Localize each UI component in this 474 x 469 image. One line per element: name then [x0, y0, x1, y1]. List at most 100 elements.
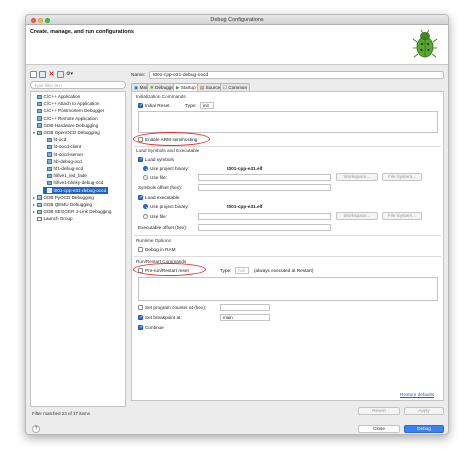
filter-menu-icon[interactable]: ⚙▾ [66, 71, 76, 78]
debug-in-ram-checkbox[interactable] [138, 247, 143, 252]
tree-item[interactable]: GDB Hardware Debugging [33, 122, 98, 129]
gdb-icon [37, 202, 42, 208]
tree-item[interactable]: hf1-debug-ocd [43, 165, 83, 172]
symbols-project-binary-radio[interactable] [143, 166, 148, 171]
tree-item-label: GDB QEMU Debugging [43, 202, 93, 207]
run-type-note: (always executed at Restart) [254, 268, 314, 273]
tree-item[interactable]: Launch Group [33, 215, 73, 222]
init-type-label: Type: [185, 103, 197, 108]
filter-input[interactable]: type filter text [30, 81, 126, 89]
c-file-icon [47, 173, 52, 179]
c-file-icon [37, 108, 42, 114]
tree-item[interactable]: C/C++ Remote Application [33, 115, 98, 122]
tree-item[interactable]: hb-debug-ocd [43, 158, 82, 165]
help-icon[interactable]: ? [32, 425, 40, 433]
symbols-filesystem-button[interactable]: File System... [382, 173, 422, 181]
exec-filesystem-button[interactable]: File System... [382, 212, 422, 220]
exec-workspace-button[interactable]: Workspace... [336, 212, 378, 220]
duplicate-config-icon[interactable] [39, 71, 46, 78]
load-executable-checkbox[interactable] [138, 194, 144, 200]
tab-common[interactable]: ☐ Common [220, 83, 251, 91]
revert-button[interactable]: Revert [358, 407, 400, 415]
configurations-panel: ✕ ⚙▾ type filter text C/C++ Application C… [30, 71, 126, 419]
dialog-footer: ? Close Debug [26, 425, 448, 434]
tree-item[interactable]: ▸ GDB SEGGER J-Link Debugging [33, 208, 111, 215]
tree-item[interactable]: f4-ocd [43, 136, 66, 143]
set-pc-input[interactable] [220, 304, 270, 311]
debug-in-ram-label: Debug in RAM [145, 247, 176, 252]
tree-item[interactable]: f4-oocd-server [43, 151, 83, 158]
section-divider [134, 235, 441, 236]
exec-project-binary-radio[interactable] [143, 204, 148, 209]
debug-button[interactable]: Debug [404, 425, 444, 433]
apply-button[interactable]: Apply [404, 407, 444, 415]
tree-item-label: f4-ocd [53, 137, 67, 143]
tree-item[interactable]: hifive1_led_fade [43, 172, 87, 179]
set-breakpoint-input[interactable]: main [220, 314, 270, 321]
tree-item[interactable]: f4-oocd-client [43, 143, 81, 150]
tree-item[interactable]: t001-cpp-e31-debug-oocd [43, 186, 109, 194]
configuration-tree[interactable]: C/C++ Application C/C++ Attach to Applica… [30, 91, 126, 407]
symbols-file-input[interactable] [198, 174, 331, 181]
init-commands-textarea[interactable] [138, 111, 438, 133]
initial-reset-checkbox[interactable] [138, 102, 144, 108]
symbols-use-file-radio[interactable] [143, 175, 148, 180]
symbols-use-file-label: Use file: [150, 175, 167, 180]
title-bar: Debug Configurations [26, 15, 448, 25]
tree-item-label: GDB SEGGER J-Link Debugging [43, 209, 112, 215]
tree-item[interactable]: ▸ GDB PyOCD Debugging [33, 194, 94, 201]
exec-offset-input[interactable] [198, 224, 331, 231]
tree-item-label: t001-cpp-e31-debug-oocd [53, 187, 107, 193]
tree-item[interactable]: ▸ GDB QEMU Debugging [33, 201, 92, 208]
set-pc-checkbox[interactable] [138, 305, 143, 310]
set-breakpoint-checkbox[interactable] [138, 314, 144, 320]
collapse-all-icon[interactable] [57, 71, 64, 78]
c-file-icon [37, 94, 42, 100]
filter-status: Filter matched 23 of 37 items [32, 411, 91, 416]
exec-use-file-radio[interactable] [143, 214, 148, 219]
tree-item[interactable]: ▾ GDB OpenOCD Debugging [33, 129, 100, 136]
tab-startup[interactable]: ▶ Startup [173, 83, 199, 91]
gdb-icon [37, 209, 42, 215]
debug-bug-icon [412, 29, 438, 58]
c-file-icon [47, 188, 52, 193]
load-section-title: Load Symbols and Executable [136, 148, 200, 153]
symbols-binary-value: t001-cpp-e31.elf [227, 166, 263, 171]
exec-file-input[interactable] [198, 213, 331, 220]
symbols-workspace-button[interactable]: Workspace... [336, 173, 378, 181]
init-type-input[interactable]: init [200, 102, 214, 109]
tree-item[interactable]: C/C++ Application [33, 93, 80, 100]
symbols-project-binary-label: Use project binary: [150, 166, 190, 171]
tree-item-label: Launch Group [43, 216, 73, 222]
new-config-icon[interactable] [30, 71, 37, 78]
run-type-input[interactable]: halt [235, 267, 249, 274]
run-commands-textarea[interactable] [138, 277, 438, 301]
highlight-pre-run-reset [133, 263, 206, 276]
tree-item-label: GDB OpenOCD Debugging [43, 130, 100, 135]
tree-item-label: C/C++ Postmortem Debugger [43, 108, 105, 114]
set-pc-label: Set program counter at (hex): [145, 305, 207, 310]
exec-binary-value: t001-cpp-e31.elf [227, 204, 263, 209]
c-file-icon [47, 152, 52, 157]
symbols-offset-input[interactable] [198, 184, 331, 191]
c-file-icon [47, 137, 52, 143]
restore-defaults-link[interactable]: Restore defaults [400, 392, 434, 397]
load-symbols-checkbox[interactable] [138, 156, 144, 162]
delete-config-icon[interactable]: ✕ [48, 71, 55, 78]
continue-checkbox[interactable] [138, 324, 144, 330]
c-file-icon [37, 116, 42, 121]
load-symbols-label: Load symbols [145, 157, 174, 162]
gdb-icon [37, 130, 42, 136]
load-executable-label: Load executable [145, 195, 180, 200]
tree-item[interactable]: C/C++ Attach to Application [33, 100, 99, 107]
tree-item[interactable]: hifive1-blinky-debug-ocd [43, 179, 103, 186]
dialog-header: Create, manage, and run configurations [26, 25, 448, 65]
section-divider [134, 146, 441, 147]
window-title: Debug Configurations [210, 17, 264, 23]
tree-item[interactable]: C/C++ Postmortem Debugger [33, 107, 104, 114]
tree-item-label: C/C++ Application [43, 94, 81, 99]
close-button[interactable]: Close [358, 425, 400, 433]
c-file-icon [47, 180, 52, 186]
name-input[interactable]: t001-cpp-e31-debug-oocd [149, 71, 444, 79]
c-file-icon [47, 166, 52, 172]
